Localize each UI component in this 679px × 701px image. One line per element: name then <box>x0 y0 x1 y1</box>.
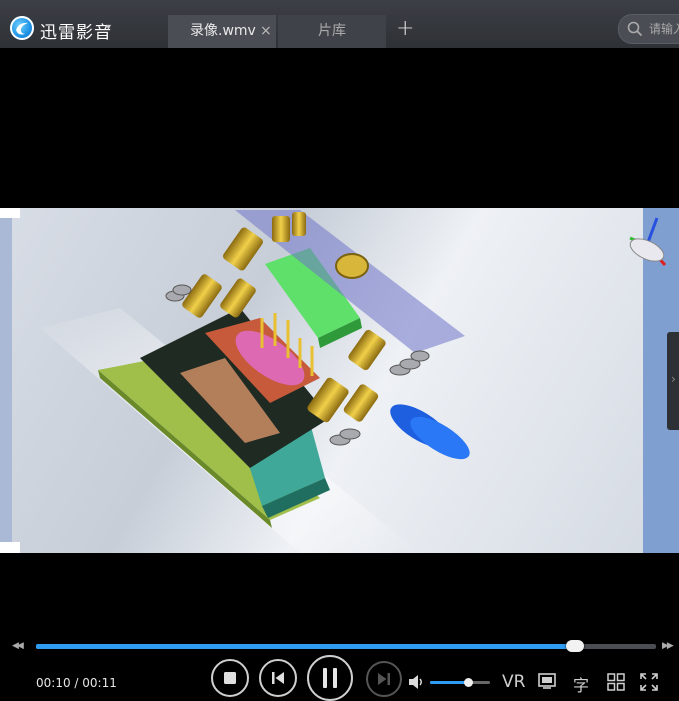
stop-icon <box>224 672 236 684</box>
app-menu-caret-icon[interactable]: ▾ <box>106 22 111 33</box>
screen-mode-icon[interactable] <box>538 673 556 689</box>
subtitle-button[interactable]: 字 <box>573 672 589 696</box>
search-box[interactable] <box>618 14 679 44</box>
volume-slider[interactable] <box>430 678 490 687</box>
volume-icon[interactable] <box>408 674 424 690</box>
tab-library-label: 片库 <box>318 23 346 39</box>
next-button[interactable] <box>366 661 402 697</box>
next-icon <box>378 673 390 685</box>
side-panel-toggle[interactable]: › <box>667 332 679 430</box>
close-icon[interactable]: × <box>260 15 272 48</box>
app-name[interactable]: 迅雷影音 <box>40 18 112 43</box>
vr-button[interactable]: VR <box>502 672 525 692</box>
stop-button[interactable] <box>211 659 249 697</box>
title-bar: 迅雷影音 ▾ 录像.wmv × 片库 + <box>0 0 679 48</box>
chevron-right-icon: › <box>671 372 676 386</box>
previous-icon <box>272 672 284 684</box>
video-frame[interactable] <box>0 208 679 553</box>
progress-fill <box>36 644 576 649</box>
progress-knob[interactable] <box>566 640 585 652</box>
pause-icon <box>323 668 337 688</box>
tab-video-file[interactable]: 录像.wmv × <box>168 15 276 48</box>
fullscreen-icon[interactable] <box>640 673 658 691</box>
volume-knob[interactable] <box>464 678 474 687</box>
seek-backward-icon[interactable]: ◀◀ <box>12 641 24 651</box>
pause-button[interactable] <box>307 655 353 701</box>
volume-fill <box>430 681 469 684</box>
timecode: 00:10 / 00:11 <box>36 676 117 690</box>
search-input[interactable] <box>649 19 679 39</box>
previous-button[interactable] <box>259 659 297 697</box>
seek-forward-icon[interactable]: ▶▶ <box>662 641 674 651</box>
add-tab-icon[interactable]: + <box>396 16 414 41</box>
grid-icon[interactable] <box>607 673 625 691</box>
tab-library[interactable]: 片库 <box>278 15 386 48</box>
xunlei-logo-icon[interactable] <box>10 16 34 40</box>
mold-assembly-render <box>0 208 679 553</box>
progress-bar[interactable] <box>36 640 656 652</box>
tab-video-file-label: 录像.wmv <box>190 23 256 39</box>
search-icon <box>627 21 643 37</box>
